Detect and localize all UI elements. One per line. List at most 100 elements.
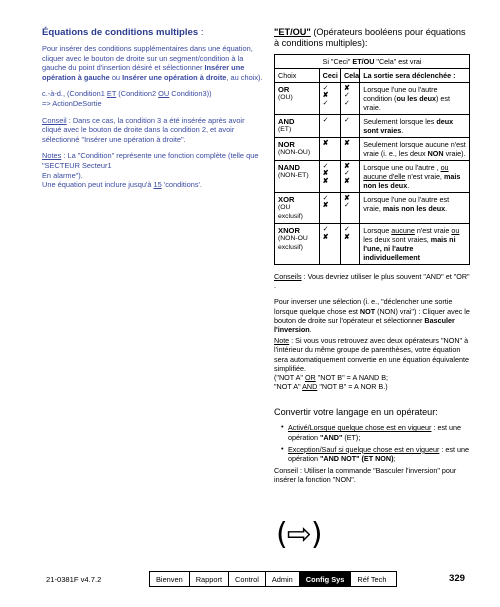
note-paragraph: Note : Si vous vous retrouvez avec deux … bbox=[274, 336, 470, 373]
document-id: 21-0381F v4.7.2 bbox=[46, 575, 102, 584]
check-icon: ✓ bbox=[343, 100, 350, 107]
operator-cell: OR (OU) bbox=[274, 81, 320, 115]
output-description-cell: Lorsque l'une ou l'autre est vraie, mais… bbox=[359, 191, 470, 225]
notes-text-a: : La "Condition" représente une fonction… bbox=[42, 151, 259, 170]
para1-part-e: , au choix). bbox=[226, 72, 263, 82]
operator-name: NOR bbox=[278, 139, 295, 149]
example-part-b: (Condition2 bbox=[116, 89, 159, 99]
cross-icon: ✘ bbox=[322, 139, 329, 147]
left-conseil-note: Conseil : Dans ce cas, la condition 3 a … bbox=[42, 116, 264, 145]
bullet-tail-text: (ET); bbox=[342, 432, 361, 442]
table-row: XNOR (NON-OU exclusif) ✓ ✘ ✓ ✘ Lorsque aucune … bbox=[274, 223, 470, 266]
notes-text-d: 'conditions'. bbox=[161, 180, 202, 190]
output-description-cell: Lorsque une ou l'autre , ou aucune d'ell… bbox=[359, 159, 470, 193]
column-header-choix: Choix bbox=[274, 67, 320, 83]
equiv-line2-b: "NOT B" = A NOR B.) bbox=[317, 382, 388, 392]
notes-text-b: En alarme"). bbox=[42, 170, 83, 180]
operator-name: OR bbox=[278, 84, 290, 94]
boolean-truth-table: Si "Ceci" ET/OU "Cela" est vrai Choix Ce… bbox=[274, 53, 470, 266]
cross-icon: ✘ bbox=[343, 84, 350, 92]
operator-alt-name: (OU) bbox=[278, 94, 293, 102]
banner-post: "Cela" est vrai bbox=[374, 56, 422, 66]
conseils-text: : Vous devriez utiliser le plus souvent … bbox=[274, 272, 470, 291]
table-row: NAND (NON-ET) ✓ ✘ ✘ ✘ ✓ ✘ Lorsque une ou l'autre… bbox=[274, 159, 470, 193]
ceci-values-cell: ✓ ✘ bbox=[318, 223, 341, 266]
equiv-line1-b: "NOT B" = A NAND B; bbox=[315, 373, 388, 383]
operator-cell: XOR (OU exclusif) bbox=[274, 191, 320, 225]
footer-tab-admin[interactable]: Admin bbox=[265, 572, 300, 586]
note-label: Note bbox=[274, 336, 290, 346]
footer-tab-rapport[interactable]: Rapport bbox=[189, 572, 230, 586]
equiv-line2-and: AND bbox=[302, 382, 318, 392]
operator-cell: XNOR (NON-OU exclusif) bbox=[274, 223, 320, 266]
bullet-condition-phrase: Activé/Lorsque quelque chose est en vigu… bbox=[288, 423, 432, 433]
operator-language-list: Activé/Lorsque quelque chose est en vigu… bbox=[274, 422, 470, 464]
conseils-label: Conseils bbox=[274, 272, 302, 282]
notes-max-conditions: 15 bbox=[153, 180, 162, 190]
next-page-arrow-icon: (⇨) bbox=[276, 517, 323, 552]
equiv-line2-a: "NOT A" bbox=[274, 382, 303, 392]
example-part-c: Condition3)) bbox=[169, 89, 212, 99]
table-row: AND (ET) ✓ ✓ Seulement lorsque les deux sont… bbox=[274, 113, 470, 138]
right-column: "ET/OU" (Opérateurs booléens pour équati… bbox=[274, 27, 470, 485]
footer-tab-réf-tech[interactable]: Réf Tech bbox=[351, 572, 397, 586]
cela-values-cell: ✘ ✓ ✘ bbox=[339, 159, 361, 193]
invert-selection-paragraph: Pour inverser une sélection (i. e., "déc… bbox=[274, 297, 470, 334]
operator-name: XOR bbox=[278, 194, 295, 204]
table-row: XOR (OU exclusif) ✓ ✘ ✘ ✓ Lorsque l'une ou l'a… bbox=[274, 191, 470, 225]
footer-tab-control[interactable]: Control bbox=[229, 572, 266, 586]
left-column: Équations de conditions multiples : Pour… bbox=[42, 27, 264, 197]
banner-operator: ET/OU bbox=[352, 56, 375, 66]
check-icon: ✓ bbox=[343, 226, 350, 234]
conseil-label: Conseil bbox=[42, 115, 67, 125]
cela-values-cell: ✘ ✓ bbox=[339, 191, 361, 225]
check-icon: ✓ bbox=[322, 116, 329, 124]
equiv-line1-a: ("NOT A" bbox=[274, 373, 305, 383]
para1-bold-right: Insérer une opération à droite bbox=[122, 72, 227, 82]
table-banner-row: Si "Ceci" ET/OU "Cela" est vrai bbox=[274, 53, 470, 69]
conseils-paragraph: Conseils : Vous devriez utiliser le plus… bbox=[274, 272, 470, 290]
footer-tab-config-sys[interactable]: Config Sys bbox=[299, 572, 352, 586]
operator-name: AND bbox=[278, 116, 295, 126]
example-part-a: c.-à-d., (Condition1 bbox=[42, 89, 107, 99]
list-item: Activé/Lorsque quelque chose est en vigu… bbox=[281, 422, 470, 442]
notes-text-c: Une équation peut inclure jusqu'à bbox=[42, 180, 154, 190]
output-description-cell: Seulement lorsque les deux sont vraies. bbox=[359, 113, 470, 138]
operator-cell: NOR (NON-OU) bbox=[274, 136, 320, 161]
cela-values-cell: ✘ bbox=[339, 136, 361, 161]
cela-values-cell: ✓ bbox=[339, 113, 361, 138]
cross-icon: ✘ bbox=[322, 92, 329, 100]
footer-tab-bienven[interactable]: Bienven bbox=[150, 572, 190, 586]
footer-navigation-tabs[interactable]: Bienven Rapport Control Admin Config Sys Réf … bbox=[149, 571, 398, 587]
para1-part-c: ou bbox=[109, 72, 123, 82]
cela-values-cell: ✓ ✘ bbox=[339, 223, 361, 266]
right-section-heading: "ET/OU" (Opérateurs booléens pour équati… bbox=[274, 27, 470, 50]
ceci-values-cell: ✓ ✘ ✓ bbox=[318, 81, 341, 115]
ceci-values-cell: ✓ ✘ bbox=[318, 191, 341, 225]
bullet-operator-name: "AND NOT" (ET NON) bbox=[319, 454, 394, 464]
operator-cell: NAND (NON-ET) bbox=[274, 159, 320, 193]
operator-alt-name: (NON-OU) bbox=[278, 149, 311, 157]
operator-alt-name: (OU exclusif) bbox=[278, 204, 303, 220]
notes-label: Notes bbox=[42, 151, 62, 161]
example-operator-et: ET bbox=[106, 89, 117, 99]
operator-name: NAND bbox=[278, 162, 300, 172]
left-section-title-text: Équations de conditions multiples bbox=[42, 27, 199, 38]
cross-icon: ✘ bbox=[343, 139, 350, 147]
left-section-title-suffix: : bbox=[198, 27, 204, 38]
table-header-row: Choix Ceci Cela La sortie sera déclenché… bbox=[274, 67, 470, 83]
operator-cell: AND (ET) bbox=[274, 113, 320, 138]
operator-alt-name: (ET) bbox=[278, 126, 292, 134]
operator-name: XNOR bbox=[278, 226, 300, 236]
left-notes: Notes : La "Condition" représente une fo… bbox=[42, 151, 264, 189]
final-conseil-label: Conseil bbox=[274, 466, 298, 476]
conseil-text: : Dans ce cas, la condition 3 a été insé… bbox=[42, 115, 245, 144]
cela-values-cell: ✘ ✓ ✓ bbox=[339, 81, 361, 115]
bullet-tail-text: ; bbox=[393, 454, 396, 464]
cross-icon: ✘ bbox=[343, 194, 350, 202]
page-number: 329 bbox=[449, 573, 466, 584]
convert-language-subheading: Convertir votre langage en un opérateur: bbox=[274, 407, 438, 418]
check-icon: ✓ bbox=[322, 226, 329, 234]
operator-alt-name: (NON-ET) bbox=[278, 172, 309, 180]
operator-alt-name: (NON-OU exclusif) bbox=[278, 235, 308, 251]
